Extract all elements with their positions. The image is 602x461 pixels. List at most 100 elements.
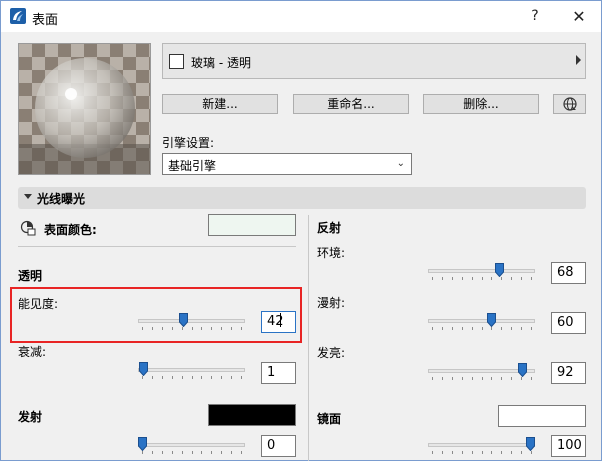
slider-tick: [201, 451, 202, 454]
slider-tick: [511, 327, 512, 330]
slider-tick: [491, 377, 492, 380]
engine-settings-label: 引擎设置:: [162, 136, 215, 150]
engine-dropdown[interactable]: 基础引擎 ⌄: [162, 153, 412, 175]
slider-track: [138, 368, 245, 372]
visibility-label: 能见度:: [18, 297, 59, 311]
slider-track: [138, 319, 245, 323]
slider-tick: [172, 376, 173, 379]
diffuse-input[interactable]: 60: [551, 312, 586, 334]
slider-track: [138, 443, 245, 447]
slider-track: [428, 269, 535, 273]
ambient-label: 环境:: [317, 246, 346, 260]
surface-color-swatch[interactable]: [208, 214, 296, 236]
new-button[interactable]: 新建...: [162, 94, 278, 114]
slider-tick: [182, 376, 183, 379]
slider-thumb[interactable]: [139, 362, 148, 376]
slider-tick: [472, 277, 473, 280]
slider-tick: [231, 451, 232, 454]
slider-tick: [442, 277, 443, 280]
slider-tick: [211, 451, 212, 454]
color-picker-icon: [20, 220, 36, 236]
help-button[interactable]: ?: [515, 1, 555, 32]
close-button[interactable]: ✕: [559, 1, 599, 32]
divider: [18, 246, 296, 247]
slider-tick: [211, 376, 212, 379]
rename-button[interactable]: 重命名...: [293, 94, 409, 114]
slider-tick: [241, 376, 242, 379]
specular-heading: 镜面: [317, 412, 342, 426]
slider-tick: [192, 327, 193, 330]
slider-thumb[interactable]: [487, 313, 496, 327]
slider-tick: [221, 376, 222, 379]
globe-button[interactable]: [553, 94, 586, 114]
slider-thumb[interactable]: [138, 437, 147, 451]
slider-tick: [472, 377, 473, 380]
section-header-light-exposure[interactable]: 光线曝光: [18, 187, 586, 209]
slider-tick: [211, 327, 212, 330]
visibility-input[interactable]: 42: [261, 311, 296, 333]
attenuation-input[interactable]: 1: [261, 362, 296, 384]
shine-input[interactable]: 92: [551, 362, 586, 384]
delete-button[interactable]: 删除...: [423, 94, 539, 114]
emission-slider[interactable]: [138, 437, 245, 455]
slider-tick: [142, 376, 143, 379]
emission-input[interactable]: 0: [261, 435, 296, 457]
surface-color-label: 表面颜色:: [44, 223, 97, 237]
slider-tick: [162, 451, 163, 454]
section-title: 光线曝光: [37, 192, 86, 206]
material-swatch: [169, 54, 184, 69]
slider-tick: [491, 277, 492, 280]
slider-tick: [442, 327, 443, 330]
slider-tick: [482, 327, 483, 330]
slider-tick: [491, 327, 492, 330]
emission-color-swatch[interactable]: [208, 404, 296, 426]
attenuation-label: 衰减:: [18, 345, 47, 359]
specular-input[interactable]: 100: [551, 435, 586, 457]
slider-tick: [452, 277, 453, 280]
material-selector[interactable]: 玻璃 - 透明: [162, 43, 586, 79]
chevron-down-icon: ⌄: [396, 158, 405, 169]
slider-tick: [521, 377, 522, 380]
slider-tick: [192, 376, 193, 379]
slider-tick: [531, 377, 532, 380]
slider-tick: [201, 327, 202, 330]
slider-tick: [241, 327, 242, 330]
slider-tick: [162, 327, 163, 330]
slider-tick: [501, 327, 502, 330]
emission-heading: 发射: [18, 410, 43, 424]
slider-tick: [462, 451, 463, 454]
slider-track: [428, 319, 535, 323]
slider-thumb[interactable]: [526, 437, 535, 451]
ambient-input[interactable]: 68: [551, 262, 586, 284]
slider-tick: [172, 451, 173, 454]
slider-tick: [531, 327, 532, 330]
slider-tick: [482, 277, 483, 280]
specular-slider[interactable]: [428, 437, 535, 455]
engine-value: 基础引擎: [168, 159, 217, 173]
slider-tick: [452, 327, 453, 330]
slider-tick: [231, 327, 232, 330]
slider-tick: [192, 451, 193, 454]
slider-tick: [152, 376, 153, 379]
slider-tick: [462, 327, 463, 330]
slider-tick: [511, 451, 512, 454]
diffuse-slider[interactable]: [428, 313, 535, 331]
ambient-slider[interactable]: [428, 263, 535, 281]
expand-arrow-icon: [576, 55, 581, 65]
slider-thumb[interactable]: [179, 313, 188, 327]
visibility-slider[interactable]: [138, 313, 245, 331]
slider-thumb[interactable]: [518, 363, 527, 377]
slider-tick: [221, 327, 222, 330]
surface-dialog: 表面 ? ✕ 玻璃 - 透明 新建... 重命名... 删除... 引擎设置: …: [0, 0, 602, 461]
slider-tick: [182, 327, 183, 330]
specular-color-swatch[interactable]: [498, 405, 586, 427]
slider-thumb[interactable]: [495, 263, 504, 277]
shine-slider[interactable]: [428, 363, 535, 381]
attenuation-slider[interactable]: [138, 362, 245, 380]
slider-tick: [452, 451, 453, 454]
slider-tick: [152, 451, 153, 454]
slider-tick: [172, 327, 173, 330]
slider-tick: [501, 277, 502, 280]
material-name: 玻璃 - 透明: [191, 56, 251, 70]
globe-icon: [562, 97, 577, 111]
